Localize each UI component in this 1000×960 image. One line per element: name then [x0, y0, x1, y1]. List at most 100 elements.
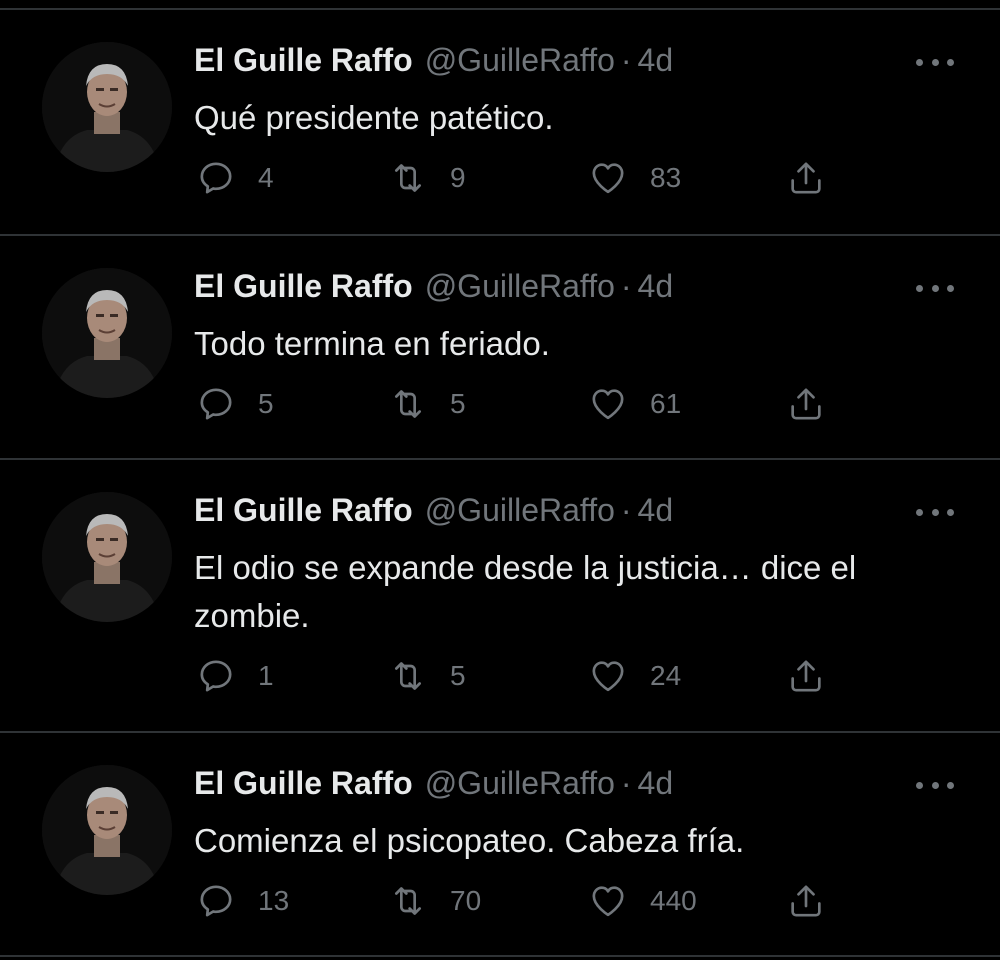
like-count: 440 — [650, 885, 697, 916]
author-handle[interactable]: @GuilleRaffo — [425, 490, 615, 530]
avatar-image — [42, 42, 172, 172]
like-count: 24 — [650, 660, 682, 691]
more-icon — [947, 781, 954, 789]
separator-dot: · — [620, 765, 632, 801]
reply-icon — [200, 660, 232, 692]
tweet-text: El odio se expande desde la justicia… di… — [194, 549, 857, 634]
author-name[interactable]: El Guille Raffo — [194, 40, 413, 80]
reply-button[interactable]: 1 — [196, 654, 274, 698]
separator-dot: · — [620, 42, 632, 78]
author-handle[interactable]: @GuilleRaffo — [425, 266, 615, 306]
avatar[interactable] — [42, 492, 172, 622]
tweet-actions: 1 5 24 — [196, 654, 836, 698]
reply-count: 4 — [258, 162, 274, 193]
tweet-text: Qué presidente patético. — [194, 99, 554, 136]
tweet-time[interactable]: 4d — [638, 763, 674, 803]
author-name[interactable]: El Guille Raffo — [194, 490, 413, 530]
tweet[interactable]: El Guille Raffo @GuilleRaffo · 4d Todo t… — [0, 236, 1000, 460]
more-options-button[interactable] — [916, 779, 954, 791]
tweet-time[interactable]: 4d — [638, 40, 674, 80]
more-options-button[interactable] — [916, 506, 954, 518]
separator-dot: · — [620, 492, 632, 528]
tweet[interactable]: El Guille Raffo @GuilleRaffo · 4d Qué pr… — [0, 10, 1000, 236]
tweet-header: El Guille Raffo @GuilleRaffo · 4d — [194, 266, 673, 306]
avatar-image — [42, 268, 172, 398]
avatar[interactable] — [42, 268, 172, 398]
reply-button[interactable]: 5 — [196, 382, 274, 426]
tweet-actions: 13 70 440 — [196, 879, 836, 923]
heart-icon — [592, 661, 624, 692]
retweet-icon — [395, 390, 421, 418]
author-handle[interactable]: @GuilleRaffo — [425, 763, 615, 803]
author-name[interactable]: El Guille Raffo — [194, 266, 413, 306]
retweet-count: 70 — [450, 885, 482, 916]
author-handle[interactable]: @GuilleRaffo — [425, 40, 615, 80]
retweet-icon — [395, 662, 421, 690]
reply-icon — [200, 885, 232, 917]
more-icon — [916, 284, 923, 292]
more-icon — [931, 781, 939, 789]
retweet-count: 5 — [450, 388, 466, 419]
more-icon — [916, 508, 923, 516]
like-count: 61 — [650, 388, 682, 419]
avatar-image — [42, 492, 172, 622]
more-icon — [931, 508, 939, 516]
like-button[interactable]: 83 — [588, 156, 681, 200]
like-count: 83 — [650, 162, 682, 193]
tweet-header: El Guille Raffo @GuilleRaffo · 4d — [194, 40, 673, 80]
like-button[interactable]: 440 — [588, 879, 697, 923]
reply-count: 13 — [258, 885, 290, 916]
tweet[interactable]: El Guille Raffo @GuilleRaffo · 4d El odi… — [0, 460, 1000, 733]
tweet-text: Comienza el psicopateo. Cabeza fría. — [194, 822, 745, 859]
heart-icon — [592, 389, 624, 420]
share-icon — [791, 162, 821, 194]
reply-icon — [200, 388, 232, 420]
tweet[interactable]: El Guille Raffo @GuilleRaffo · 4d Comien… — [0, 733, 1000, 957]
like-button[interactable]: 61 — [588, 382, 681, 426]
author-name[interactable]: El Guille Raffo — [194, 763, 413, 803]
share-button[interactable] — [786, 382, 826, 426]
retweet-count: 9 — [450, 162, 466, 193]
more-icon — [931, 58, 939, 66]
reply-button[interactable]: 13 — [196, 879, 289, 923]
more-options-button[interactable] — [916, 56, 954, 68]
retweet-button[interactable]: 5 — [388, 654, 466, 698]
avatar[interactable] — [42, 765, 172, 895]
more-options-button[interactable] — [916, 282, 954, 294]
avatar-image — [42, 765, 172, 895]
reply-button[interactable]: 4 — [196, 156, 274, 200]
retweet-button[interactable]: 9 — [388, 156, 466, 200]
like-button[interactable]: 24 — [588, 654, 681, 698]
separator-dot: · — [620, 268, 632, 304]
tweet-feed: El Guille Raffo @GuilleRaffo · 4d Qué pr… — [0, 10, 1000, 957]
heart-icon — [592, 163, 624, 194]
reply-count: 5 — [258, 388, 274, 419]
share-button[interactable] — [786, 879, 826, 923]
more-icon — [916, 58, 923, 66]
share-icon — [791, 885, 821, 917]
tweet-time[interactable]: 4d — [638, 266, 674, 306]
share-button[interactable] — [786, 156, 826, 200]
retweet-icon — [395, 887, 421, 915]
tweet-time[interactable]: 4d — [638, 490, 674, 530]
reply-icon — [200, 162, 232, 194]
share-icon — [791, 388, 821, 420]
more-icon — [947, 508, 954, 516]
tweet-header: El Guille Raffo @GuilleRaffo · 4d — [194, 490, 673, 530]
retweet-icon — [395, 164, 421, 192]
tweet-actions: 5 5 61 — [196, 382, 836, 426]
tweet-actions: 4 9 83 — [196, 156, 836, 200]
more-icon — [916, 781, 923, 789]
tweet-header: El Guille Raffo @GuilleRaffo · 4d — [194, 763, 673, 803]
more-icon — [931, 284, 939, 292]
reply-count: 1 — [258, 660, 274, 691]
retweet-button[interactable]: 5 — [388, 382, 466, 426]
avatar[interactable] — [42, 42, 172, 172]
retweet-button[interactable]: 70 — [388, 879, 481, 923]
share-button[interactable] — [786, 654, 826, 698]
share-icon — [791, 660, 821, 692]
more-icon — [947, 58, 954, 66]
tweet-text: Todo termina en feriado. — [194, 325, 550, 362]
heart-icon — [592, 886, 624, 917]
retweet-count: 5 — [450, 660, 466, 691]
